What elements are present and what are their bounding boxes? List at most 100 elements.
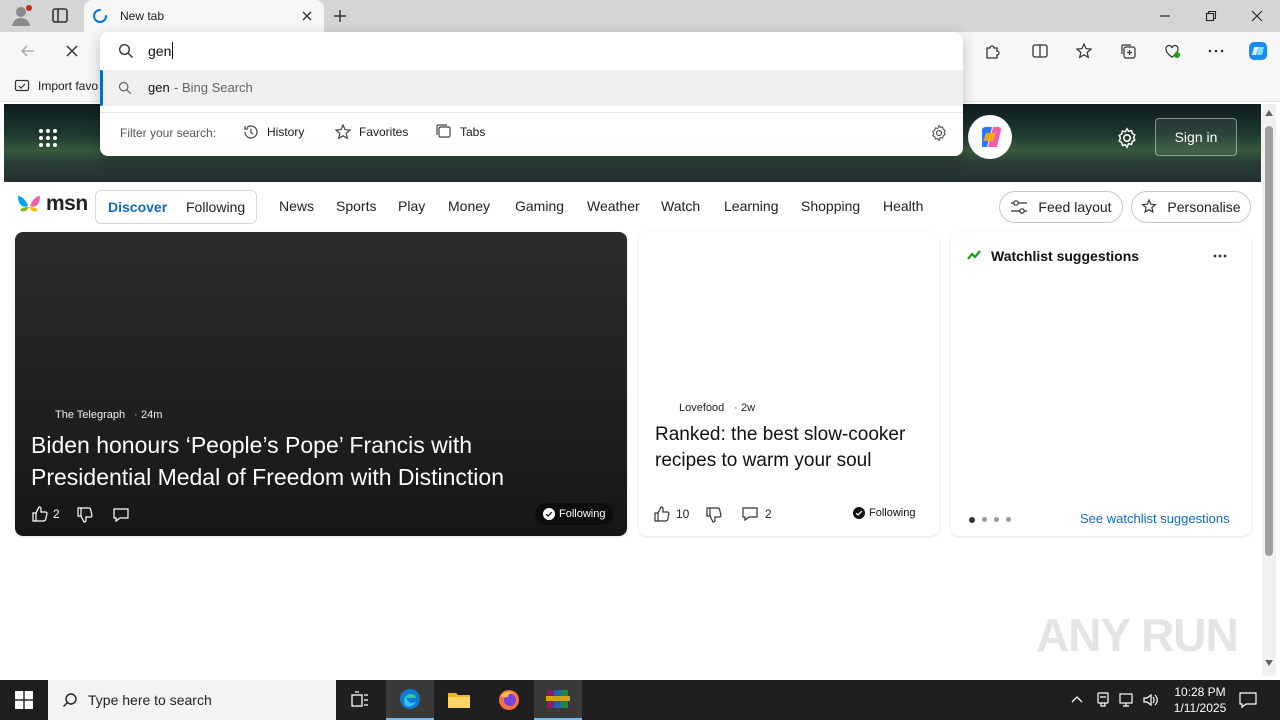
following-badge[interactable]: Following — [535, 503, 614, 525]
like-button[interactable]: 10 — [653, 505, 689, 523]
network-icon[interactable] — [1118, 692, 1136, 708]
apps-grid-icon[interactable] — [38, 128, 58, 148]
tab-discover[interactable]: Discover — [108, 199, 167, 215]
search-icon — [118, 43, 134, 59]
show-hidden-icons-icon[interactable] — [1070, 692, 1084, 706]
more-options-icon[interactable] — [1213, 254, 1227, 258]
more-options-icon[interactable] — [1200, 35, 1232, 67]
nav-learning[interactable]: Learning — [724, 198, 779, 214]
nav-news[interactable]: News — [279, 198, 314, 214]
favorites-star-icon[interactable] — [1068, 35, 1100, 67]
restore-icon[interactable] — [1188, 0, 1234, 32]
import-favorites-link[interactable]: Import favo — [38, 79, 98, 93]
dislike-icon[interactable] — [76, 506, 94, 524]
edge-taskbar-icon[interactable] — [386, 680, 434, 720]
winrar-icon[interactable] — [534, 680, 582, 720]
sliders-icon — [1011, 200, 1028, 214]
tab-following[interactable]: Following — [186, 199, 245, 215]
main-news-card[interactable]: The Telegraph · 24m Biden honours ‘Peopl… — [15, 232, 627, 536]
favorites-icon — [334, 123, 352, 140]
filter-history[interactable]: History — [242, 123, 304, 141]
address-bar-dropdown: gen gen - Bing Search Filter your search… — [100, 32, 963, 156]
extensions-icon[interactable] — [976, 35, 1008, 67]
anyrun-watermark: ANY RUN — [1036, 609, 1239, 661]
card-age: 24m — [141, 409, 163, 421]
windows-taskbar: Type here to search 10:28 PM 1/11/2025 — [0, 680, 1280, 720]
filter-tabs[interactable]: Tabs — [435, 123, 485, 141]
card-headline[interactable]: Ranked: the best slow-cooker recipes to … — [655, 422, 927, 474]
clock-date: 1/11/2025 — [1173, 701, 1227, 715]
secondary-news-card[interactable]: Lovefood · 2w Ranked: the best slow-cook… — [639, 232, 939, 536]
nav-shopping[interactable]: Shopping — [801, 198, 860, 214]
minimize-icon[interactable] — [1142, 0, 1188, 32]
nav-sports[interactable]: Sports — [336, 198, 376, 214]
nav-health[interactable]: Health — [883, 198, 923, 214]
loading-spinner-icon — [92, 8, 108, 24]
scrollbar-thumb[interactable] — [1265, 126, 1273, 556]
tab-new-tab[interactable]: New tab — [84, 0, 324, 32]
scroll-down-icon — [1265, 660, 1273, 666]
task-view-icon[interactable] — [336, 680, 384, 720]
msn-logo[interactable]: msn — [16, 192, 88, 216]
close-tab-icon[interactable] — [300, 9, 314, 23]
suggestion-row[interactable]: gen - Bing Search — [100, 70, 963, 106]
page-scrollbar[interactable] — [1262, 104, 1276, 676]
address-input[interactable]: gen — [148, 42, 174, 59]
volume-icon[interactable] — [1142, 692, 1160, 708]
network-device-icon[interactable] — [1095, 691, 1111, 709]
firefox-icon[interactable] — [485, 680, 533, 720]
copilot-logo-icon[interactable] — [968, 115, 1012, 159]
carousel-dot[interactable] — [982, 517, 987, 522]
nav-watch[interactable]: Watch — [661, 198, 700, 214]
copilot-icon[interactable] — [1242, 35, 1274, 67]
search-settings-icon[interactable] — [930, 124, 948, 142]
back-arrow-icon[interactable] — [12, 35, 44, 67]
start-windows-icon[interactable] — [0, 680, 48, 720]
thumbs-up-icon — [32, 506, 48, 522]
taskbar-search-icon — [63, 693, 77, 707]
dislike-icon[interactable] — [705, 506, 723, 524]
divider — [100, 112, 963, 113]
nav-weather[interactable]: Weather — [587, 198, 640, 214]
personalise-button[interactable]: Personalise — [1131, 191, 1251, 223]
tab-actions-icon[interactable] — [48, 6, 72, 26]
stop-loading-icon[interactable] — [56, 35, 88, 67]
close-window-icon[interactable] — [1234, 0, 1280, 32]
check-circle-icon — [853, 507, 865, 519]
following-badge[interactable]: Following — [853, 507, 915, 519]
carousel-dot[interactable] — [1006, 517, 1011, 522]
collections-icon[interactable] — [1112, 35, 1144, 67]
like-button[interactable]: 2 — [31, 505, 60, 523]
nav-money[interactable]: Money — [448, 198, 490, 214]
new-tab-plus-icon[interactable] — [332, 8, 348, 24]
card-headline[interactable]: Biden honours ‘People’s Pope’ Francis wi… — [31, 429, 591, 493]
notification-center-icon[interactable] — [1238, 691, 1258, 709]
split-screen-icon[interactable] — [1024, 35, 1056, 67]
browser-essentials-icon[interactable] — [1156, 35, 1188, 67]
check-circle-icon — [543, 508, 555, 520]
settings-gear-icon[interactable] — [1116, 127, 1138, 149]
profile-avatar[interactable] — [8, 4, 36, 28]
feed-layout-button[interactable]: Feed layout — [999, 191, 1123, 223]
comment-icon[interactable] — [112, 506, 130, 524]
address-input-value: gen — [148, 42, 172, 59]
comment-icon — [742, 507, 758, 522]
comment-button[interactable]: 2 — [741, 505, 772, 523]
see-watchlist-link[interactable]: See watchlist suggestions — [1080, 511, 1230, 526]
carousel-dot-active[interactable] — [969, 517, 975, 523]
file-explorer-icon[interactable] — [435, 680, 483, 720]
card-age: 2w — [741, 402, 756, 414]
feed-toggle: Discover Following — [95, 190, 257, 224]
nav-play[interactable]: Play — [398, 198, 425, 214]
thumbs-up-icon — [654, 506, 670, 522]
import-favorites-icon — [14, 78, 30, 94]
filter-label: Filter your search: — [120, 126, 217, 140]
scroll-up-icon — [1265, 110, 1273, 116]
sign-in-button[interactable]: Sign in — [1155, 118, 1237, 156]
carousel-dots[interactable] — [969, 517, 1011, 523]
carousel-dot[interactable] — [994, 517, 999, 522]
filter-favorites[interactable]: Favorites — [334, 123, 408, 141]
taskbar-search-box[interactable]: Type here to search — [48, 680, 336, 720]
nav-gaming[interactable]: Gaming — [515, 198, 564, 214]
taskbar-clock[interactable]: 10:28 PM 1/11/2025 — [1160, 684, 1240, 716]
